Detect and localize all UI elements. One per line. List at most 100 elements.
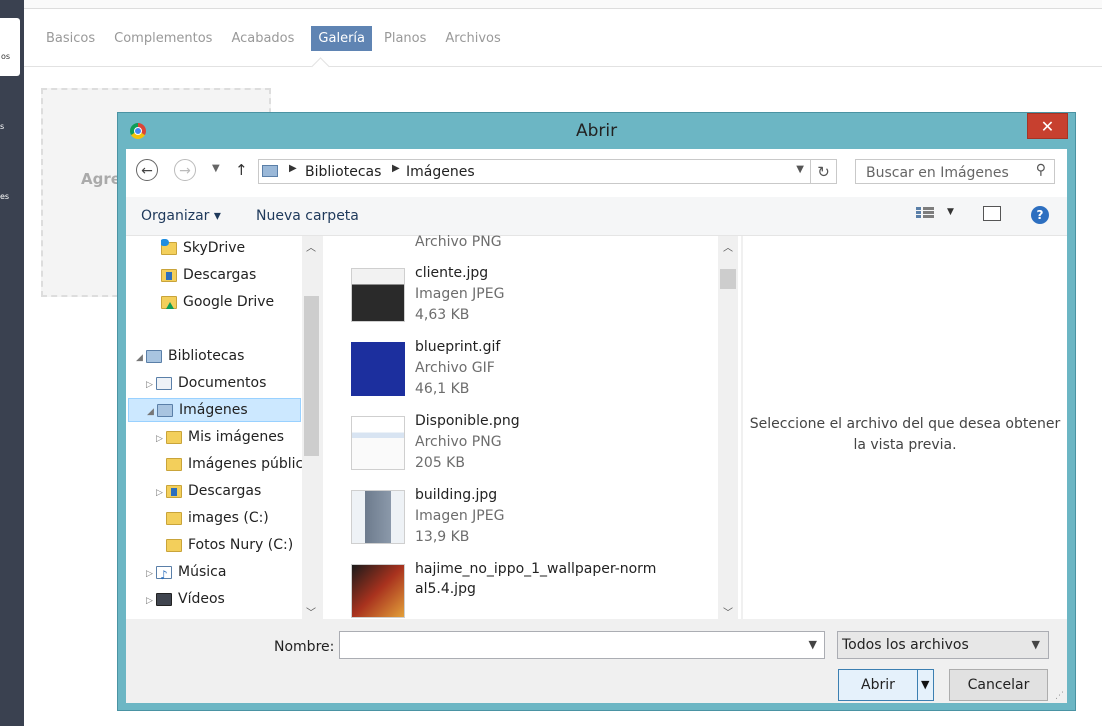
file-type: Archivo PNG xyxy=(415,234,502,250)
open-button-label: Abrir xyxy=(861,677,895,693)
tab-galeria[interactable]: Galería xyxy=(311,26,372,51)
back-button[interactable]: ← xyxy=(136,159,158,181)
dialog-title: Abrir xyxy=(575,121,618,141)
folder-icon xyxy=(166,511,182,525)
list-item[interactable]: Disponible.png Archivo PNG 205 KB xyxy=(323,407,718,481)
skydrive-folder-icon xyxy=(161,238,177,255)
scroll-down-icon[interactable]: ﹀ xyxy=(306,604,316,619)
nav-item-label: Fotos Nury (C:) xyxy=(188,537,294,553)
collapsed-arrow-icon[interactable]: ▷ xyxy=(146,562,156,584)
breadcrumb-bibliotecas[interactable]: Bibliotecas xyxy=(305,164,381,180)
left-sidebar: os s es xyxy=(0,0,24,726)
chevron-down-icon[interactable]: ▼ xyxy=(796,164,804,175)
nav-item-descargas[interactable]: Descargas xyxy=(161,263,256,287)
breadcrumb-imagenes[interactable]: Imágenes xyxy=(406,164,475,180)
nav-item-descargas-lib[interactable]: ▷ Descargas xyxy=(156,479,261,503)
search-box[interactable]: ⚲ xyxy=(855,159,1055,184)
forward-arrow-icon: → xyxy=(179,163,191,179)
expanded-arrow-icon[interactable]: ◢ xyxy=(147,401,157,421)
tab-archivos[interactable]: Archivos xyxy=(445,26,507,51)
chevron-down-icon[interactable]: ▼ xyxy=(921,678,929,691)
image-thumbnail xyxy=(351,268,405,322)
list-item[interactable]: cliente.jpg Imagen JPEG 4,63 KB xyxy=(323,259,718,333)
nav-item-mis-imagenes[interactable]: ▷ Mis imágenes xyxy=(156,425,284,449)
nav-item-google-drive[interactable]: Google Drive xyxy=(161,290,274,314)
collapsed-arrow-icon[interactable]: ▷ xyxy=(146,373,156,395)
sidebar-item-label[interactable]: es xyxy=(0,192,9,201)
folder-icon xyxy=(166,457,182,471)
filename-field[interactable]: ▼ xyxy=(339,631,825,659)
sidebar-active-item[interactable]: os xyxy=(0,18,20,76)
recent-locations-dropdown[interactable]: ▼ xyxy=(212,163,220,174)
close-button[interactable]: ✕ xyxy=(1027,113,1068,139)
breadcrumb-separator-icon[interactable]: ▶ xyxy=(392,163,400,174)
search-icon[interactable]: ⚲ xyxy=(1036,162,1046,178)
chevron-down-icon[interactable]: ▼ xyxy=(1032,638,1040,651)
sidebar-item-label: os xyxy=(1,52,11,61)
tab-complementos[interactable]: Complementos xyxy=(114,26,219,51)
nav-item-musica[interactable]: ▷ Música xyxy=(146,560,226,585)
organize-button[interactable]: Organizar ▾ xyxy=(141,208,221,224)
downloads-folder-icon xyxy=(166,484,182,498)
image-thumbnail xyxy=(351,564,405,618)
nav-item-skydrive[interactable]: SkyDrive xyxy=(161,236,245,260)
new-folder-button[interactable]: Nueva carpeta xyxy=(256,208,359,224)
nav-item-bibliotecas[interactable]: ◢ Bibliotecas xyxy=(136,344,244,368)
sidebar-item-label[interactable]: s xyxy=(0,122,4,131)
collapsed-arrow-icon[interactable]: ▷ xyxy=(146,589,156,611)
scroll-up-icon[interactable]: ︿ xyxy=(723,239,733,254)
scrollbar-thumb[interactable] xyxy=(720,269,736,289)
list-item[interactable]: hajime_no_ippo_1_wallpaper-norm al5.4.jp… xyxy=(323,555,718,619)
search-input[interactable] xyxy=(864,164,1028,182)
list-item[interactable]: building.jpg Imagen JPEG 13,9 KB xyxy=(323,481,718,555)
resize-grip-icon[interactable]: ⋰ xyxy=(1055,691,1064,701)
open-button[interactable]: Abrir ▼ xyxy=(838,669,934,701)
nav-item-label: Descargas xyxy=(188,483,262,499)
chevron-down-icon[interactable]: ▼ xyxy=(947,207,954,217)
chevron-down-icon[interactable]: ▼ xyxy=(809,638,817,651)
refresh-button[interactable]: ↻ xyxy=(811,159,837,184)
tab-planos[interactable]: Planos xyxy=(384,26,433,51)
nav-item-videos[interactable]: ▷ Vídeos xyxy=(146,587,225,611)
nav-item-label: Descargas xyxy=(183,267,257,283)
downloads-folder-icon xyxy=(161,268,177,282)
forward-button[interactable]: → xyxy=(174,159,196,181)
filename-label: Nombre: xyxy=(274,639,335,655)
collapsed-arrow-icon[interactable]: ▷ xyxy=(156,427,166,449)
nav-item-documentos[interactable]: ▷ Documentos xyxy=(146,371,266,395)
file-name: blueprint.gif xyxy=(415,339,501,355)
address-bar[interactable]: ▶ Bibliotecas ▶ Imágenes ▼ xyxy=(258,159,811,184)
image-thumbnail xyxy=(351,416,405,470)
scrollbar-thumb[interactable] xyxy=(304,296,319,456)
tab-acabados[interactable]: Acabados xyxy=(231,26,301,51)
tabs-divider xyxy=(24,66,1102,67)
scroll-up-icon[interactable]: ︿ xyxy=(306,239,316,254)
google-drive-folder-icon xyxy=(161,295,177,309)
up-button[interactable]: ↑ xyxy=(235,161,248,179)
file-name: Disponible.png xyxy=(415,413,520,429)
scroll-down-icon[interactable]: ﹀ xyxy=(723,604,733,619)
nav-item-label: Documentos xyxy=(178,375,267,391)
cancel-button[interactable]: Cancelar xyxy=(949,669,1048,701)
nav-item-images-c[interactable]: images (C:) xyxy=(166,506,269,530)
nav-item-label: SkyDrive xyxy=(183,240,246,256)
nav-item-label: Vídeos xyxy=(178,591,225,607)
collapsed-arrow-icon[interactable]: ▷ xyxy=(156,481,166,503)
help-icon[interactable]: ? xyxy=(1031,206,1049,224)
nav-item-imagenes-publicas[interactable]: Imágenes públic xyxy=(166,452,302,476)
nav-item-label: Bibliotecas xyxy=(168,348,245,364)
file-type-filter[interactable]: Todos los archivos ▼ xyxy=(837,631,1049,659)
breadcrumb-separator-icon[interactable]: ▶ xyxy=(289,163,297,174)
nav-item-fotos-nury[interactable]: Fotos Nury (C:) xyxy=(166,533,293,557)
tab-basicos[interactable]: Basicos xyxy=(46,26,102,51)
expanded-arrow-icon[interactable]: ◢ xyxy=(136,346,146,368)
top-bar xyxy=(24,0,1102,9)
nav-item-imagenes[interactable]: ◢ Imágenes xyxy=(128,398,301,422)
view-options-icon[interactable] xyxy=(916,206,934,222)
libraries-icon xyxy=(262,165,278,177)
nav-scrollbar[interactable]: ︿ ﹀ xyxy=(302,236,321,619)
list-item[interactable]: blueprint.gif Archivo GIF 46,1 KB xyxy=(323,333,718,407)
preview-pane-toggle-icon[interactable] xyxy=(983,206,1001,221)
file-list: Archivo PNG cliente.jpg Imagen JPEG 4,63… xyxy=(323,234,741,619)
file-list-scrollbar[interactable]: ︿ ﹀ xyxy=(718,236,738,619)
